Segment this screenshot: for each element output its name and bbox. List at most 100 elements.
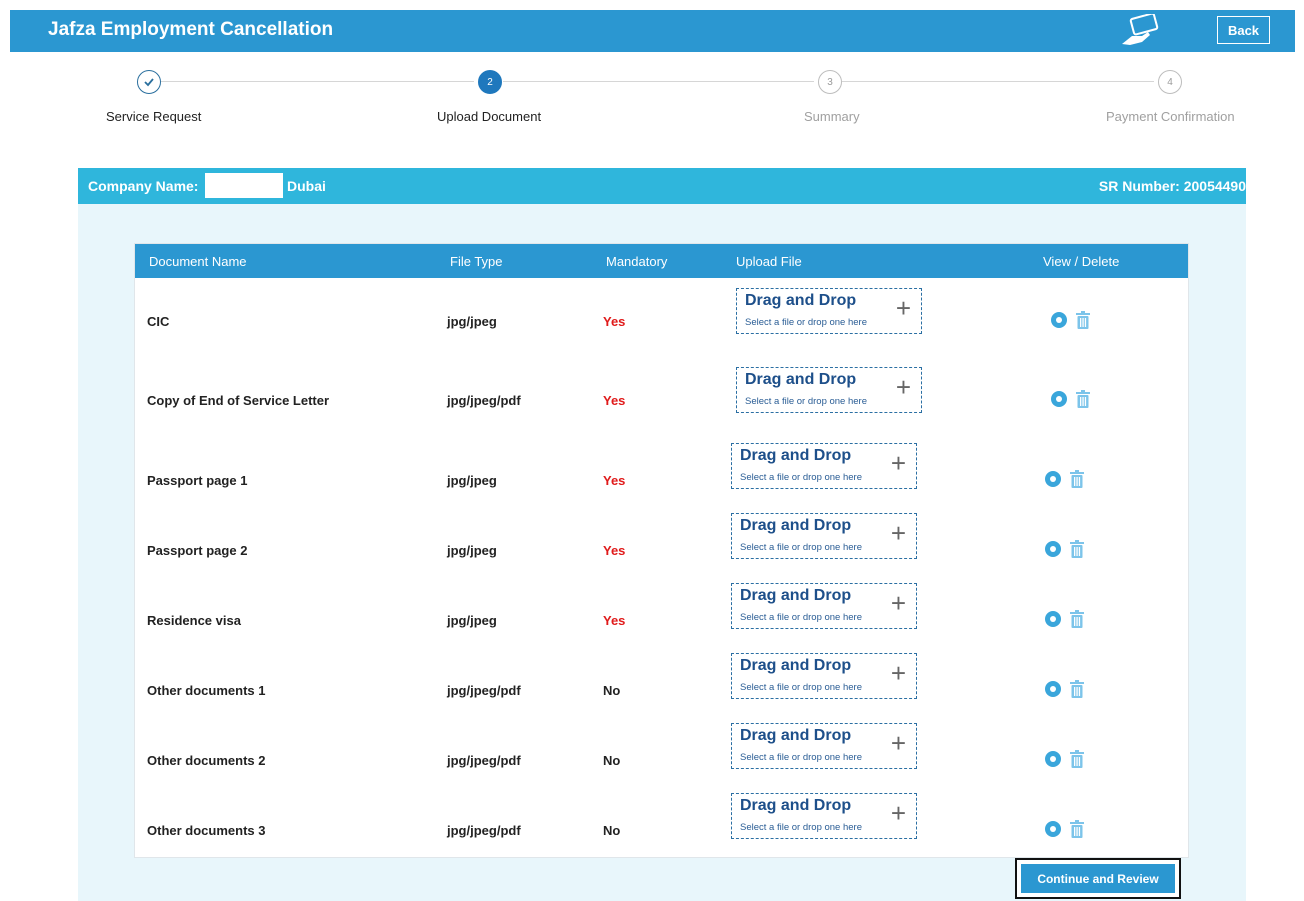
view-eye-icon[interactable]	[1051, 312, 1067, 328]
continue-and-review-button[interactable]: Continue and Review	[1021, 864, 1175, 893]
dropzone-title: Drag and Drop	[745, 371, 857, 388]
progress-stepper: 2 3 4 Service Request Upload Document Su…	[0, 62, 1304, 142]
table-row: Other documents 2 jpg/jpeg/pdf No Drag and …	[135, 719, 1188, 789]
file-dropzone[interactable]: Drag and Drop Select a file or drop one h…	[736, 288, 922, 334]
table-row: Passport page 2 jpg/jpeg Yes Drag and Drop S…	[135, 509, 1188, 579]
dropzone-hint: Select a file or drop one here	[740, 472, 862, 483]
plus-icon: +	[890, 728, 906, 758]
view-eye-icon[interactable]	[1045, 821, 1061, 837]
file-type: jpg/jpeg/pdf	[447, 823, 521, 838]
plus-icon: +	[895, 372, 911, 402]
table-row: Other documents 1 jpg/jpeg/pdf No Drag and …	[135, 649, 1188, 719]
file-dropzone[interactable]: Drag and Drop Select a file or drop one h…	[731, 443, 917, 489]
file-dropzone[interactable]: Drag and Drop Select a file or drop one h…	[731, 793, 917, 839]
dropzone-hint: Select a file or drop one here	[740, 822, 862, 833]
document-name: Residence visa	[147, 613, 241, 628]
dropzone-title: Drag and Drop	[740, 587, 852, 604]
step-2-circle: 2	[478, 70, 502, 94]
file-dropzone[interactable]: Drag and Drop Select a file or drop one h…	[736, 367, 922, 413]
dropzone-hint: Select a file or drop one here	[740, 682, 862, 693]
mandatory-flag: Yes	[603, 393, 626, 408]
dropzone-title: Drag and Drop	[740, 797, 852, 814]
step-3-label: Summary	[804, 109, 860, 124]
file-dropzone[interactable]: Drag and Drop Select a file or drop one h…	[731, 513, 917, 559]
back-button[interactable]: Back	[1217, 16, 1270, 44]
plus-icon: +	[890, 798, 906, 828]
view-eye-icon[interactable]	[1045, 471, 1061, 487]
mandatory-flag: No	[603, 683, 621, 698]
view-eye-icon[interactable]	[1045, 751, 1061, 767]
step-3-circle: 3	[818, 70, 842, 94]
file-type: jpg/jpeg	[447, 314, 497, 329]
step-1-check-icon	[137, 70, 161, 94]
document-name: Passport page 1	[147, 473, 248, 488]
mandatory-flag: Yes	[603, 543, 626, 558]
dropzone-title: Drag and Drop	[740, 727, 852, 744]
table-header: Document Name File Type Mandatory Upload…	[135, 244, 1188, 278]
file-dropzone[interactable]: Drag and Drop Select a file or drop one h…	[731, 723, 917, 769]
document-name: Other documents 1	[147, 683, 266, 698]
upload-panel: Company Name: Dubai SR Number: 20054490 …	[78, 168, 1246, 901]
company-bar: Company Name: Dubai SR Number: 20054490	[78, 168, 1246, 204]
delete-trash-icon[interactable]	[1069, 820, 1085, 838]
view-eye-icon[interactable]	[1045, 681, 1061, 697]
view-eye-icon[interactable]	[1045, 611, 1061, 627]
step-connector	[160, 81, 474, 82]
check-icon	[144, 78, 154, 87]
file-type: jpg/jpeg	[447, 473, 497, 488]
delete-trash-icon[interactable]	[1075, 390, 1091, 408]
file-type: jpg/jpeg/pdf	[447, 753, 521, 768]
plus-icon: +	[895, 293, 911, 323]
delete-trash-icon[interactable]	[1075, 311, 1091, 329]
mandatory-flag: Yes	[603, 473, 626, 488]
dropzone-hint: Select a file or drop one here	[745, 396, 867, 407]
mandatory-flag: No	[603, 753, 621, 768]
step-connector	[842, 81, 1154, 82]
file-dropzone[interactable]: Drag and Drop Select a file or drop one h…	[731, 653, 917, 699]
mandatory-flag: No	[603, 823, 621, 838]
dropzone-hint: Select a file or drop one here	[740, 612, 862, 623]
document-name: Other documents 3	[147, 823, 266, 838]
document-name: Other documents 2	[147, 753, 266, 768]
delete-trash-icon[interactable]	[1069, 680, 1085, 698]
document-name: CIC	[147, 314, 170, 329]
company-name-redacted	[205, 173, 283, 198]
table-row: Other documents 3 jpg/jpeg/pdf No Drag and …	[135, 789, 1188, 859]
delete-trash-icon[interactable]	[1069, 750, 1085, 768]
documents-table: Document Name File Type Mandatory Upload…	[134, 243, 1189, 858]
dropzone-hint: Select a file or drop one here	[745, 317, 867, 328]
view-eye-icon[interactable]	[1051, 391, 1067, 407]
step-connector	[503, 81, 814, 82]
column-header-file-type: File Type	[450, 254, 503, 269]
column-header-upload-file: Upload File	[736, 254, 802, 269]
file-dropzone[interactable]: Drag and Drop Select a file or drop one h…	[731, 583, 917, 629]
file-type: jpg/jpeg/pdf	[447, 683, 521, 698]
file-type: jpg/jpeg/pdf	[447, 393, 521, 408]
step-4-label: Payment Confirmation	[1106, 109, 1235, 124]
plus-icon: +	[890, 658, 906, 688]
view-eye-icon[interactable]	[1045, 541, 1061, 557]
dropzone-title: Drag and Drop	[740, 517, 852, 534]
dropzone-hint: Select a file or drop one here	[740, 542, 862, 553]
sr-number: SR Number: 20054490	[1098, 178, 1246, 194]
step-4-circle: 4	[1158, 70, 1182, 94]
dropzone-hint: Select a file or drop one here	[740, 752, 862, 763]
dropzone-title: Drag and Drop	[745, 292, 857, 309]
company-city: Dubai	[287, 178, 326, 194]
delete-trash-icon[interactable]	[1069, 610, 1085, 628]
table-row: CIC jpg/jpeg Yes Drag and Drop Select a file…	[135, 280, 1188, 350]
table-row: Residence visa jpg/jpeg Yes Drag and Drop Se…	[135, 579, 1188, 649]
company-name-label: Company Name:	[88, 178, 199, 194]
mandatory-flag: Yes	[603, 613, 626, 628]
dropzone-title: Drag and Drop	[740, 657, 852, 674]
plus-icon: +	[890, 518, 906, 548]
delete-trash-icon[interactable]	[1069, 470, 1085, 488]
document-name: Passport page 2	[147, 543, 248, 558]
step-1-label: Service Request	[106, 109, 202, 124]
document-name: Copy of End of Service Letter	[147, 393, 330, 408]
delete-trash-icon[interactable]	[1069, 540, 1085, 558]
mandatory-flag: Yes	[603, 314, 626, 329]
column-header-mandatory: Mandatory	[606, 254, 668, 269]
card-hand-icon	[1122, 14, 1159, 45]
table-row: Passport page 1 jpg/jpeg Yes Drag and Drop S…	[135, 439, 1188, 509]
